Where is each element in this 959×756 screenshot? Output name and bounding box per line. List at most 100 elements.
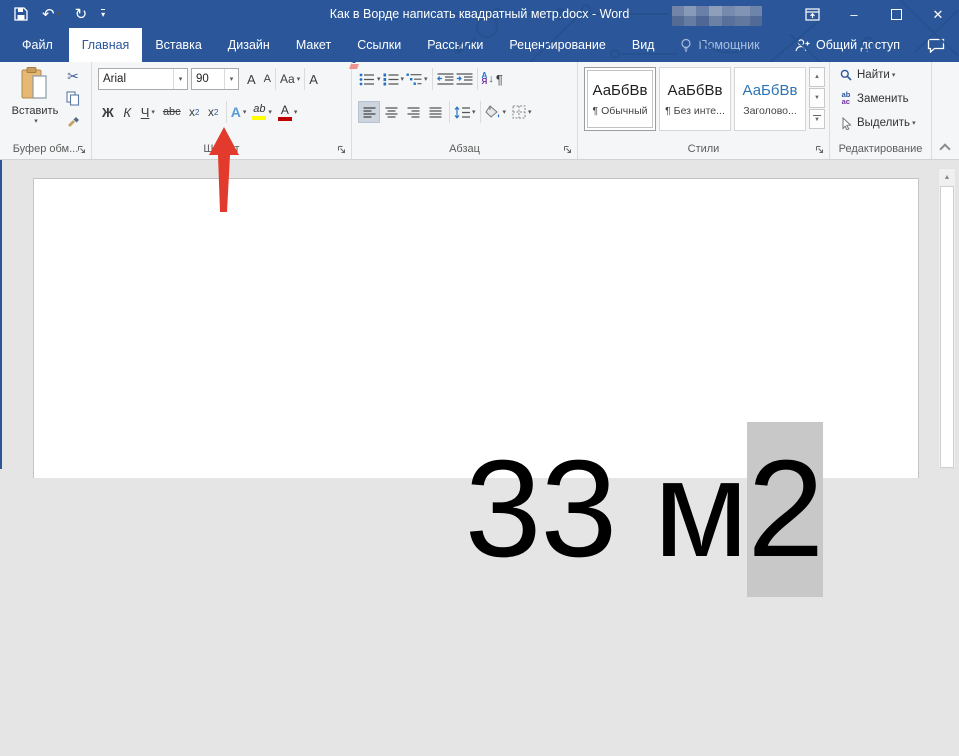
numbering-dropdown-icon: ▾ <box>401 75 405 83</box>
multilevel-dropdown-icon: ▾ <box>424 75 428 83</box>
ribbon-display-options-button[interactable] <box>791 0 833 28</box>
copy-button[interactable] <box>62 88 84 108</box>
style-heading1-name: Заголово... <box>743 105 797 117</box>
cut-button[interactable]: ✂ <box>62 66 84 86</box>
show-formatting-marks-button[interactable]: ¶ <box>495 71 504 88</box>
tab-assistant[interactable]: Помощник <box>667 28 772 62</box>
paint-bucket-icon <box>485 105 501 119</box>
tab-insert[interactable]: Вставка <box>142 28 214 62</box>
decrease-indent-button[interactable] <box>436 72 455 86</box>
styles-scroll-down-button[interactable]: ▼ <box>809 88 825 108</box>
select-button[interactable]: Выделить ▾ <box>838 112 931 134</box>
collapse-ribbon-button[interactable] <box>941 143 949 151</box>
tab-file[interactable]: Файл <box>6 28 69 62</box>
change-case-button[interactable]: Aa ▾ <box>279 71 301 87</box>
sort-button[interactable]: АЯ ↓ <box>481 72 495 87</box>
paragraph-group-label: Абзац <box>449 143 480 155</box>
subscript-mark: 2 <box>195 108 199 117</box>
styles-dialog-launcher[interactable] <box>815 145 825 155</box>
increase-indent-icon <box>456 73 473 85</box>
subscript-button[interactable]: х 2 <box>185 101 204 123</box>
tab-review[interactable]: Рецензирование <box>496 28 619 62</box>
style-no-spacing[interactable]: АаБбВв ¶ Без инте... <box>659 67 731 131</box>
multilevel-list-button[interactable]: ▾ <box>405 72 429 87</box>
paste-clipboard-icon <box>20 66 50 102</box>
line-spacing-button[interactable]: ▾ <box>453 105 477 120</box>
sort-letter-z: Я <box>482 79 488 85</box>
replace-button[interactable]: abac Заменить <box>838 88 931 110</box>
close-button[interactable]: ✕ <box>917 0 959 28</box>
grow-font-button[interactable]: А ▲ <box>246 71 257 88</box>
customize-quick-access-icon: ▾ <box>101 9 105 19</box>
justify-button[interactable] <box>424 101 446 123</box>
underline-button[interactable]: Ч ▾ <box>137 101 159 123</box>
search-icon <box>838 69 854 81</box>
font-color-button[interactable]: А ▾ <box>277 103 299 122</box>
tab-view[interactable]: Вид <box>619 28 668 62</box>
align-left-button[interactable] <box>358 101 380 123</box>
style-normal[interactable]: АаБбВв ¶ Обычный <box>584 67 656 131</box>
customize-quick-access-button[interactable]: ▾ <box>101 9 105 19</box>
styles-gallery-more-button[interactable]: ▼ <box>809 109 825 129</box>
redo-button[interactable]: ↻ <box>75 7 88 22</box>
tab-home[interactable]: Главная <box>69 28 143 62</box>
font-size-combobox[interactable]: 90 ▾ <box>191 68 239 90</box>
clear-formatting-letter: А <box>309 72 318 87</box>
document-text-line[interactable]: 33 м2 <box>166 263 823 756</box>
numbered-list-icon <box>383 73 399 86</box>
select-pointer-icon <box>838 117 854 130</box>
chat-button[interactable] <box>913 28 959 62</box>
text-effects-button[interactable]: А ▾ <box>230 103 248 121</box>
style-heading1[interactable]: АаБбВв Заголово... <box>734 67 806 131</box>
clipboard-group: Вставить ▾ ✂ <box>0 62 92 159</box>
vertical-scrollbar[interactable]: ▲ <box>938 168 956 469</box>
titlebar: ↶ ▾ ↻ ▾ Как в Ворде написать квадратный … <box>0 0 959 28</box>
bullets-dropdown-icon: ▾ <box>377 75 381 83</box>
clipboard-dialog-launcher[interactable] <box>77 145 87 155</box>
clear-formatting-button[interactable]: А <box>308 71 319 88</box>
tab-layout[interactable]: Макет <box>283 28 344 62</box>
tab-mailings[interactable]: Рассылки <box>414 28 496 62</box>
font-dialog-launcher[interactable] <box>337 145 347 155</box>
bullet-list-icon <box>359 73 375 86</box>
style-heading1-preview: АаБбВв <box>743 82 798 99</box>
font-color-swatch <box>278 117 292 121</box>
scrollbar-up-button[interactable]: ▲ <box>939 169 955 186</box>
document-page[interactable]: 33 м2 <box>33 178 919 478</box>
scrollbar-thumb[interactable] <box>940 186 954 468</box>
bold-button[interactable]: Ж <box>98 101 118 123</box>
find-button[interactable]: Найти ▾ <box>838 64 931 86</box>
shading-button[interactable]: ▾ <box>484 104 508 120</box>
text-effects-letter: А <box>231 104 241 120</box>
tab-references[interactable]: Ссылки <box>344 28 414 62</box>
maximize-button[interactable] <box>875 0 917 28</box>
strikethrough-button[interactable]: abc <box>159 101 185 123</box>
paste-button[interactable]: Вставить ▾ <box>8 66 62 136</box>
sort-arrow-icon: ↓ <box>488 73 494 85</box>
align-center-button[interactable] <box>380 101 402 123</box>
italic-button[interactable]: К <box>118 101 137 123</box>
shrink-font-button[interactable]: А ▼ <box>263 72 272 86</box>
increase-indent-button[interactable] <box>455 72 474 86</box>
highlight-color-button[interactable]: ab ▾ <box>251 103 273 121</box>
paragraph-dialog-launcher[interactable] <box>563 145 573 155</box>
numbering-button[interactable]: ▾ <box>382 72 406 87</box>
document-text-run: 33 м <box>465 422 748 597</box>
undo-button[interactable]: ↶ ▾ <box>42 7 61 22</box>
font-name-combobox[interactable]: Arial ▾ <box>98 68 188 90</box>
bullets-button[interactable]: ▾ <box>358 72 382 87</box>
align-right-button[interactable] <box>402 101 424 123</box>
justify-icon <box>429 107 442 118</box>
borders-button[interactable]: ▾ <box>511 104 533 120</box>
paragraph-group: ▾ ▾ ▾ <box>352 62 578 159</box>
styles-group-label: Стили <box>688 143 720 155</box>
grow-font-letter: А <box>247 72 256 87</box>
font-color-letter: А <box>281 104 289 116</box>
styles-scroll-up-button[interactable]: ▲ <box>809 67 825 87</box>
minimize-button[interactable]: – <box>833 0 875 28</box>
superscript-button[interactable]: х 2 <box>204 101 223 123</box>
tab-design[interactable]: Дизайн <box>215 28 283 62</box>
format-painter-button[interactable] <box>62 110 84 130</box>
share-button[interactable]: Общий доступ <box>781 28 913 62</box>
save-button[interactable] <box>14 7 28 21</box>
